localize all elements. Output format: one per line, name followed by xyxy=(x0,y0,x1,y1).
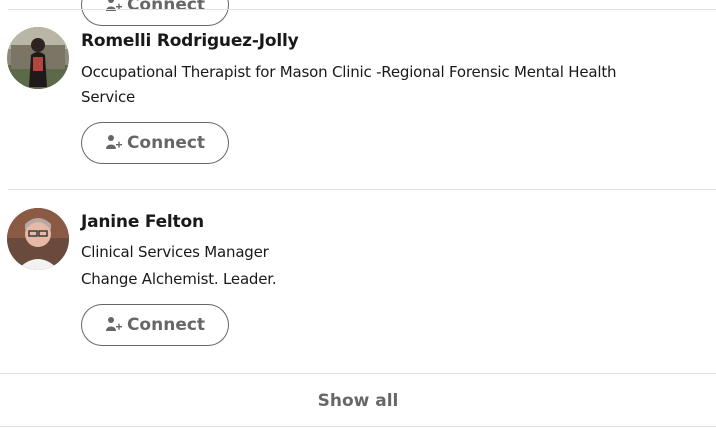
person-headline-continued: Change Alchemist. Leader. xyxy=(81,270,277,288)
divider xyxy=(8,189,716,190)
person-headline: Clinical Services Manager xyxy=(81,243,269,261)
connect-button-previous[interactable]: Connect xyxy=(81,0,229,26)
avatar[interactable] xyxy=(7,27,69,89)
person-name[interactable]: Romelli Rodriguez-Jolly xyxy=(81,31,299,51)
people-list: Connect Romelli Rodriguez-Jolly Occupati… xyxy=(0,0,716,428)
avatar[interactable] xyxy=(7,208,69,270)
show-all-button[interactable]: Show all xyxy=(0,374,716,428)
connect-button-label: Connect xyxy=(126,133,206,153)
connect-button[interactable]: Connect xyxy=(81,122,229,164)
person-name[interactable]: Janine Felton xyxy=(81,212,204,232)
add-person-icon xyxy=(105,134,123,152)
connect-button[interactable]: Connect xyxy=(81,304,229,346)
add-person-icon xyxy=(105,0,123,14)
connect-button-label: Connect xyxy=(126,0,206,15)
person-headline-continued: Service xyxy=(81,88,136,106)
add-person-icon xyxy=(105,316,123,334)
divider xyxy=(8,9,716,10)
person-headline: Occupational Therapist for Mason Clinic … xyxy=(81,63,617,81)
divider xyxy=(0,426,716,427)
connect-button-label: Connect xyxy=(126,315,206,335)
